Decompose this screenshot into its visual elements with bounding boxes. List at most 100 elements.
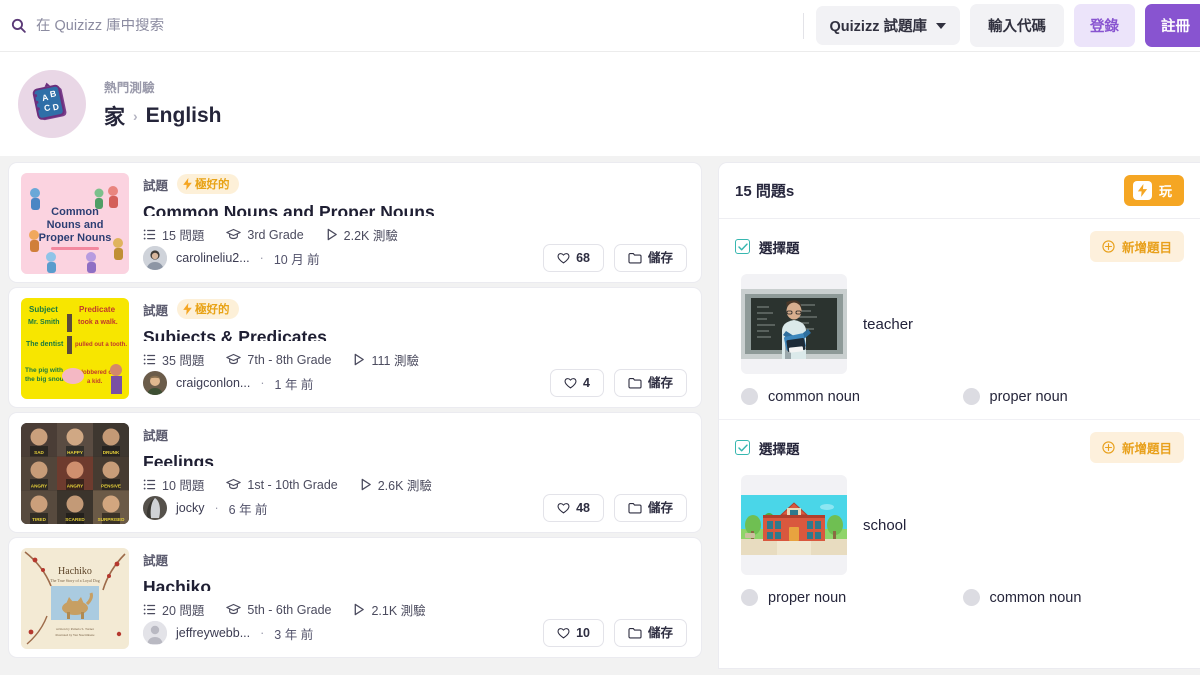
preview-question: 選擇題 新增題目: [719, 419, 1200, 620]
quiz-title[interactable]: Common Nouns and Proper Nouns: [143, 202, 687, 216]
quiz-card-actions: 10 儲存: [543, 619, 687, 647]
like-button[interactable]: 4: [550, 369, 604, 397]
question-option[interactable]: common noun: [741, 388, 963, 405]
heart-icon: [557, 503, 570, 514]
main-content: Common Nouns and Proper Nouns 試題 極好的 Com…: [0, 156, 1200, 669]
quiz-card[interactable]: Subject Predicate Mr. Smith took a walk.…: [8, 287, 702, 408]
svg-text:PENSIVE: PENSIVE: [101, 484, 121, 489]
library-select-label: Quizizz 試題庫: [829, 19, 927, 35]
bolt-icon: [183, 178, 192, 190]
quiz-time: 3 年 前: [274, 627, 314, 642]
avatar: [143, 246, 167, 270]
play-triangle-icon: [355, 353, 365, 366]
graduation-cap-icon: [226, 603, 242, 615]
quiz-type-tag: 試題: [143, 553, 169, 568]
svg-text:Proper Nouns: Proper Nouns: [39, 232, 112, 244]
radio-icon: [962, 388, 980, 405]
quiz-card-body: 試題 Hachiko 20 問題 5th - 6th Grade 2.1K 測驗…: [143, 548, 687, 649]
heart-icon: [557, 253, 570, 264]
svg-text:Subject: Subject: [29, 305, 58, 314]
quiz-question-count-label: 15 問題: [162, 229, 205, 243]
header-divider: [802, 12, 804, 39]
save-button[interactable]: 儲存: [613, 619, 687, 647]
quiz-card[interactable]: SAD HAPPY DRUNK ANGRY ANGRY PENSIVE TIRED SCA…: [8, 412, 702, 533]
quiz-card[interactable]: Hachiko The True Story of a Loyal Dog wr…: [8, 537, 702, 658]
quiz-meta: 15 問題 3rd Grade 2.2K 測驗: [143, 225, 687, 244]
abcd-flashcard-icon: A B C D: [18, 70, 86, 138]
quiz-type-tag: 試題: [143, 178, 169, 193]
quiz-card-tags: 試題: [143, 425, 687, 443]
svg-text:took a walk.: took a walk.: [78, 319, 118, 326]
like-button[interactable]: 10: [543, 619, 604, 647]
preview-question-list: 選擇題 新增題目 teacher common noun proper noun…: [719, 219, 1200, 668]
play-button-label: 玩: [1158, 184, 1172, 199]
quiz-card-actions: 48 儲存: [543, 494, 687, 522]
save-button[interactable]: 儲存: [613, 369, 687, 397]
status-badge: 極好的: [177, 174, 239, 194]
quiz-author-name: jocky: [176, 501, 205, 515]
avatar: [143, 621, 167, 645]
question-media-row: school: [735, 475, 1184, 575]
svg-text:Hachiko: Hachiko: [58, 566, 92, 577]
quiz-card-footer: jocky · 6 年 前 48 儲存: [143, 494, 687, 524]
search-input[interactable]: [36, 17, 803, 34]
hachiko-thumbnail: Hachiko The True Story of a Loyal Dog wr…: [21, 548, 129, 649]
play-button[interactable]: 玩: [1123, 175, 1184, 206]
quiz-grade-label: 5th - 6th Grade: [247, 602, 332, 617]
quiz-plays-label: 2.6K 測驗: [377, 479, 432, 493]
like-button[interactable]: 48: [543, 494, 604, 522]
login-button[interactable]: 登錄: [1074, 4, 1135, 47]
quiz-title[interactable]: Subjects & Predicates: [143, 327, 687, 341]
quiz-question-count-label: 35 問題: [162, 354, 205, 368]
quiz-title[interactable]: Hachiko: [143, 577, 687, 591]
preview-header: 15 問題s 玩: [719, 163, 1200, 219]
lightning-bolt-icon: [1132, 181, 1152, 200]
svg-text:The True Story of a Loyal Dog: The True Story of a Loyal Dog: [50, 578, 100, 583]
svg-text:TIRED: TIRED: [32, 517, 46, 522]
teacher-photo: [741, 274, 847, 374]
graduation-cap-icon: [226, 228, 242, 240]
question-option[interactable]: proper noun: [962, 388, 1185, 405]
quiz-card-footer: carolineliu2... · 10 月 前 68 儲存: [143, 244, 687, 274]
quiz-title[interactable]: Feelings: [143, 452, 687, 466]
quiz-plays: 2.1K 測驗: [353, 600, 426, 619]
quiz-author[interactable]: jeffreywebb... · 3 年 前: [143, 621, 313, 645]
svg-text:ANGRY: ANGRY: [31, 484, 47, 489]
add-question-button[interactable]: 新增題目: [1089, 432, 1184, 463]
quiz-card-actions: 68 儲存: [543, 244, 687, 272]
enter-code-button[interactable]: 輸入代碼: [970, 4, 1064, 47]
add-question-button[interactable]: 新增題目: [1089, 231, 1184, 262]
search-bar[interactable]: [0, 0, 803, 51]
save-label: 儲存: [647, 500, 673, 515]
quiz-preview-panel: 15 問題s 玩 選擇題 新增題目 teacher common noun pr…: [718, 162, 1200, 669]
svg-text:The pig with: The pig with: [25, 367, 63, 374]
save-button[interactable]: 儲存: [613, 244, 687, 272]
quiz-author[interactable]: carolineliu2... · 10 月 前: [143, 246, 320, 270]
plus-circle-icon: [1102, 441, 1115, 454]
option-label: proper noun: [768, 589, 847, 606]
save-button[interactable]: 儲存: [613, 494, 687, 522]
preview-column: 15 問題s 玩 選擇題 新增題目 teacher common noun pr…: [718, 162, 1200, 669]
svg-text:The dentist: The dentist: [26, 341, 64, 348]
like-count: 68: [576, 250, 590, 265]
question-option[interactable]: proper noun: [741, 589, 963, 606]
quiz-card[interactable]: Common Nouns and Proper Nouns 試題 極好的 Com…: [8, 162, 702, 283]
breadcrumb-home-link[interactable]: 家: [104, 101, 125, 131]
signup-button[interactable]: 註冊: [1145, 4, 1200, 47]
quiz-author[interactable]: jocky · 6 年 前: [143, 496, 268, 520]
add-question-label: 新增題目: [1121, 442, 1172, 456]
question-type-label: 選擇題: [759, 441, 800, 457]
breadcrumb-kicker: 熱門測驗: [104, 81, 155, 95]
quiz-author[interactable]: craigconlon... · 1 年 前: [143, 371, 313, 395]
subjects-predicates-thumbnail: Subject Predicate Mr. Smith took a walk.…: [21, 298, 129, 399]
question-option[interactable]: common noun: [962, 589, 1185, 606]
like-button[interactable]: 68: [543, 244, 604, 272]
like-count: 10: [576, 625, 590, 640]
library-select[interactable]: Quizizz 試題庫: [815, 6, 960, 45]
preview-question-header: 選擇題 新增題目: [735, 231, 1184, 262]
quiz-card-actions: 4 儲存: [550, 369, 687, 397]
avatar: [143, 496, 167, 520]
quiz-type-tag: 試題: [143, 428, 169, 443]
quiz-plays: 2.6K 測驗: [360, 475, 432, 494]
quiz-card-body: 試題 極好的 Subjects & Predicates 35 問題 7th -…: [143, 298, 687, 399]
